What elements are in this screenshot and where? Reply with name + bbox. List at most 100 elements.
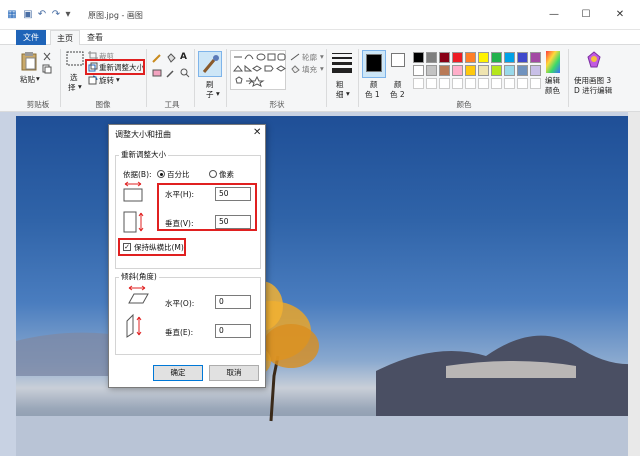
color-picker-icon[interactable] — [166, 68, 176, 78]
brushes-label-line2[interactable]: 子 — [206, 89, 214, 100]
palette-color-swatch[interactable] — [452, 52, 463, 63]
horizontal-resize-icon — [123, 181, 143, 202]
maximize-button[interactable]: ☐ — [578, 8, 594, 22]
paste-dropdown-icon[interactable]: ▾ — [36, 74, 40, 83]
percent-radio[interactable] — [157, 170, 165, 178]
palette-color-swatch[interactable] — [530, 52, 541, 63]
custom-color-slot[interactable] — [478, 78, 489, 89]
palette-color-swatch[interactable] — [491, 65, 502, 76]
palette-color-swatch[interactable] — [517, 65, 528, 76]
palette-color-swatch[interactable] — [517, 52, 528, 63]
palette-color-swatch[interactable] — [504, 52, 515, 63]
custom-color-slot[interactable] — [465, 78, 476, 89]
vertical-scrollbar[interactable] — [628, 112, 640, 456]
custom-color-slot[interactable] — [413, 78, 424, 89]
brushes-dropdown-icon[interactable]: ▾ — [216, 89, 220, 98]
skew-vertical-input[interactable]: 0 — [215, 324, 251, 338]
ok-button[interactable]: 确定 — [153, 365, 203, 381]
color2-label-line2[interactable]: 色 2 — [390, 89, 405, 100]
palette-color-swatch[interactable] — [491, 52, 502, 63]
pencil-icon[interactable] — [152, 53, 162, 63]
outline-button[interactable]: 轮廓 — [302, 52, 317, 63]
magnifier-icon[interactable] — [180, 68, 190, 78]
color1-button[interactable] — [362, 50, 386, 78]
custom-color-slot[interactable] — [426, 78, 437, 89]
select-button-line2[interactable]: 择 — [68, 82, 76, 93]
fill-dropdown-icon[interactable]: ▾ — [320, 64, 324, 73]
color1-swatch — [366, 54, 382, 72]
save-icon[interactable]: ▣ — [22, 9, 34, 21]
select-dropdown-icon[interactable]: ▾ — [78, 82, 82, 91]
size-label-line2[interactable]: 细 — [336, 89, 344, 100]
palette-color-swatch[interactable] — [465, 65, 476, 76]
pixels-radio[interactable] — [209, 170, 217, 178]
shapes-group-label: 形状 — [269, 100, 285, 109]
skew-horizontal-input[interactable]: 0 — [215, 295, 251, 309]
custom-color-slot[interactable] — [504, 78, 515, 89]
group-divider — [60, 49, 61, 107]
palette-color-swatch[interactable] — [530, 65, 541, 76]
colors-group-label: 颜色 — [456, 100, 472, 109]
palette-color-swatch[interactable] — [426, 52, 437, 63]
tab-home[interactable]: 主页 — [50, 30, 80, 45]
paste-button[interactable]: 粘贴 — [20, 74, 35, 85]
pixels-label[interactable]: 像素 — [219, 169, 234, 180]
edit-colors-icon[interactable] — [546, 51, 560, 73]
custom-color-slot[interactable] — [491, 78, 502, 89]
palette-color-swatch[interactable] — [413, 52, 424, 63]
paint3d-button-line2[interactable]: D 进行编辑 — [574, 85, 612, 96]
palette-color-swatch[interactable] — [452, 65, 463, 76]
tab-view[interactable]: 查看 — [80, 30, 110, 45]
palette-color-swatch[interactable] — [439, 52, 450, 63]
palette-color-swatch[interactable] — [426, 65, 437, 76]
fill-bucket-icon[interactable] — [166, 53, 176, 63]
brushes-button[interactable] — [198, 51, 222, 77]
canvas-workspace[interactable] — [0, 112, 640, 456]
undo-icon[interactable]: ↶ — [36, 9, 48, 21]
ribbon-tabs: 文件 主页 查看 — [0, 30, 640, 45]
size-icon[interactable] — [332, 51, 352, 75]
palette-color-swatch[interactable] — [465, 52, 476, 63]
color2-swatch — [391, 53, 405, 67]
rotate-button[interactable]: 旋转 — [99, 75, 114, 86]
custom-color-slot[interactable] — [452, 78, 463, 89]
group-divider — [358, 49, 359, 107]
palette-color-swatch[interactable] — [478, 65, 489, 76]
custom-color-slot[interactable] — [530, 78, 541, 89]
percent-label[interactable]: 百分比 — [167, 169, 190, 180]
shapes-gallery[interactable] — [230, 50, 286, 90]
customize-toolbar-icon[interactable]: ▾ — [62, 9, 74, 21]
color2-button[interactable] — [391, 53, 405, 67]
custom-color-slot[interactable] — [439, 78, 450, 89]
minimize-button[interactable]: — — [546, 8, 562, 22]
palette-color-swatch[interactable] — [478, 52, 489, 63]
select-icon[interactable] — [66, 51, 84, 67]
eraser-icon[interactable] — [152, 69, 162, 77]
redo-icon[interactable]: ↷ — [50, 9, 62, 21]
custom-color-slot[interactable] — [517, 78, 528, 89]
edit-colors-button-line2[interactable]: 颜色 — [545, 85, 560, 96]
resize-skew-dialog: 调整大小和扭曲 ✕ 重新调整大小 依据(B): 百分比 像素 水平(H): 50… — [108, 124, 266, 388]
text-tool-icon[interactable]: A — [180, 52, 187, 62]
palette-color-swatch[interactable] — [439, 65, 450, 76]
rotate-icon[interactable] — [88, 75, 98, 85]
color1-label-line2[interactable]: 色 1 — [365, 89, 380, 100]
skew-vertical-icon — [126, 313, 142, 338]
rotate-dropdown-icon[interactable]: ▾ — [116, 75, 120, 84]
cut-icon[interactable] — [42, 52, 52, 62]
fill-button[interactable]: 填充 — [302, 64, 317, 75]
outline-dropdown-icon[interactable]: ▾ — [320, 52, 324, 61]
copy-icon[interactable] — [42, 64, 52, 74]
fill-icon[interactable] — [290, 65, 300, 73]
size-dropdown-icon[interactable]: ▾ — [346, 89, 350, 98]
paste-icon[interactable] — [20, 51, 38, 71]
outline-icon[interactable] — [290, 53, 300, 61]
cancel-button[interactable]: 取消 — [209, 365, 259, 381]
dialog-close-button[interactable]: ✕ — [253, 127, 261, 138]
palette-color-swatch[interactable] — [504, 65, 515, 76]
close-button[interactable]: ✕ — [612, 8, 628, 22]
ribbon: 粘贴 ▾ 剪贴板 选 择 ▾ 裁剪 重新调整大小 旋转 ▾ 图像 A 工具 刷 … — [0, 45, 640, 112]
paint3d-icon[interactable] — [586, 51, 602, 69]
tab-file[interactable]: 文件 — [16, 30, 46, 45]
palette-color-swatch[interactable] — [413, 65, 424, 76]
